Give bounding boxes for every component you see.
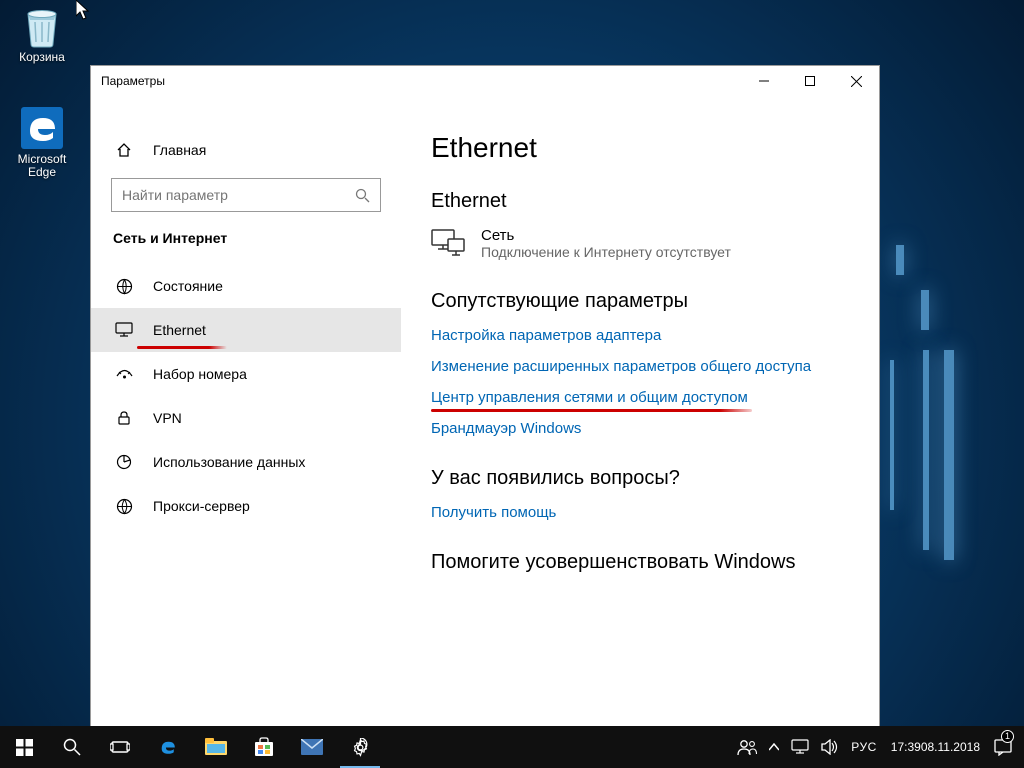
data-usage-icon <box>113 454 135 470</box>
sidebar-item-proxy[interactable]: Прокси-сервер <box>91 484 401 528</box>
sidebar-item-label: Использование данных <box>153 454 305 470</box>
desktop-icon-label: Microsoft Edge <box>4 153 80 179</box>
sidebar-item-dialup[interactable]: Набор номера <box>91 352 401 396</box>
status-icon <box>113 278 135 295</box>
section-heading-related: Сопутствующие параметры <box>431 290 849 313</box>
settings-content: Ethernet Ethernet Сеть Подключение к Инт… <box>401 96 879 728</box>
network-name: Сеть <box>481 227 731 244</box>
wallpaper-beam <box>890 360 894 510</box>
ethernet-icon <box>113 322 135 338</box>
section-heading-improve: Помогите усовершенствовать Windows <box>431 551 849 574</box>
tray-date: 08.11.2018 <box>921 740 980 754</box>
tray-time: 17:39 <box>891 740 921 754</box>
link-adapter-settings[interactable]: Настройка параметров адаптера <box>431 327 661 344</box>
tray-notifications-button[interactable]: 1 <box>988 726 1018 768</box>
sidebar-home[interactable]: Главная <box>91 132 401 168</box>
tray-volume-icon[interactable] <box>815 726 845 768</box>
wallpaper-beam <box>923 350 929 550</box>
taskbar-taskview-button[interactable] <box>96 726 144 768</box>
sidebar-item-label: Прокси-сервер <box>153 498 250 514</box>
sidebar-home-label: Главная <box>153 142 206 158</box>
desktop-icon-edge[interactable]: Microsoft Edge <box>4 106 80 179</box>
taskbar-app-explorer[interactable] <box>192 726 240 768</box>
wallpaper-beam <box>944 350 954 560</box>
link-get-help[interactable]: Получить помощь <box>431 504 556 521</box>
annotation-underline <box>431 409 752 412</box>
window-title: Параметры <box>101 74 165 88</box>
section-heading-questions: У вас появились вопросы? <box>431 467 849 490</box>
sidebar-item-vpn[interactable]: VPN <box>91 396 401 440</box>
proxy-icon <box>113 498 135 515</box>
show-desktop-button[interactable] <box>1018 726 1024 768</box>
section-heading-ethernet: Ethernet <box>431 190 849 213</box>
taskbar-app-edge[interactable] <box>144 726 192 768</box>
mouse-cursor <box>76 0 92 22</box>
taskbar-app-store[interactable] <box>240 726 288 768</box>
tray-people[interactable] <box>731 726 763 768</box>
sidebar-item-label: Ethernet <box>153 322 206 338</box>
edge-icon <box>20 106 64 150</box>
sidebar-item-ethernet[interactable]: Ethernet <box>91 308 401 352</box>
sidebar-item-label: Набор номера <box>153 366 247 382</box>
window-titlebar[interactable]: Параметры <box>91 66 879 96</box>
window-minimize-button[interactable] <box>741 66 787 96</box>
sidebar-item-label: VPN <box>153 410 182 426</box>
sidebar-section-heading: Сеть и Интернет <box>91 230 401 246</box>
tray-overflow-button[interactable] <box>763 726 785 768</box>
window-maximize-button[interactable] <box>787 66 833 96</box>
page-title: Ethernet <box>431 132 849 164</box>
sidebar-item-label: Состояние <box>153 278 223 294</box>
home-icon <box>113 142 135 158</box>
annotation-underline <box>137 346 227 349</box>
settings-sidebar: Главная Сеть и Интернет Состояние Ethern… <box>91 96 401 728</box>
desktop-icon-recycle-bin[interactable]: Корзина <box>4 4 80 64</box>
settings-window: Параметры Главная Сеть и Интернет Состоя… <box>90 65 880 729</box>
search-input[interactable] <box>122 187 355 203</box>
taskbar: РУС 17:39 08.11.2018 1 <box>0 726 1024 768</box>
search-icon <box>355 188 370 203</box>
taskbar-search-button[interactable] <box>48 726 96 768</box>
system-tray: РУС 17:39 08.11.2018 1 <box>731 726 1024 768</box>
link-windows-firewall[interactable]: Брандмауэр Windows <box>431 420 581 437</box>
network-item[interactable]: Сеть Подключение к Интернету отсутствует <box>431 227 849 260</box>
link-network-sharing-center[interactable]: Центр управления сетями и общим доступом <box>431 389 748 406</box>
wallpaper-beam <box>896 245 904 275</box>
tray-network-icon[interactable] <box>785 726 815 768</box>
desktop-icon-label: Корзина <box>4 51 80 64</box>
notification-badge: 1 <box>1001 730 1014 743</box>
tray-language[interactable]: РУС <box>845 726 883 768</box>
taskbar-app-mail[interactable] <box>288 726 336 768</box>
wallpaper-beam <box>921 290 929 330</box>
search-input-wrapper[interactable] <box>111 178 381 212</box>
taskbar-app-settings[interactable] <box>336 726 384 768</box>
sidebar-item-datausage[interactable]: Использование данных <box>91 440 401 484</box>
dialup-icon <box>113 368 135 380</box>
recycle-bin-icon <box>20 4 64 48</box>
link-advanced-sharing[interactable]: Изменение расширенных параметров общего … <box>431 358 811 375</box>
start-button[interactable] <box>0 726 48 768</box>
network-monitor-icon <box>431 227 465 257</box>
tray-clock[interactable]: 17:39 08.11.2018 <box>883 726 988 768</box>
window-close-button[interactable] <box>833 66 879 96</box>
vpn-icon <box>113 410 135 426</box>
network-status: Подключение к Интернету отсутствует <box>481 244 731 260</box>
sidebar-item-status[interactable]: Состояние <box>91 264 401 308</box>
